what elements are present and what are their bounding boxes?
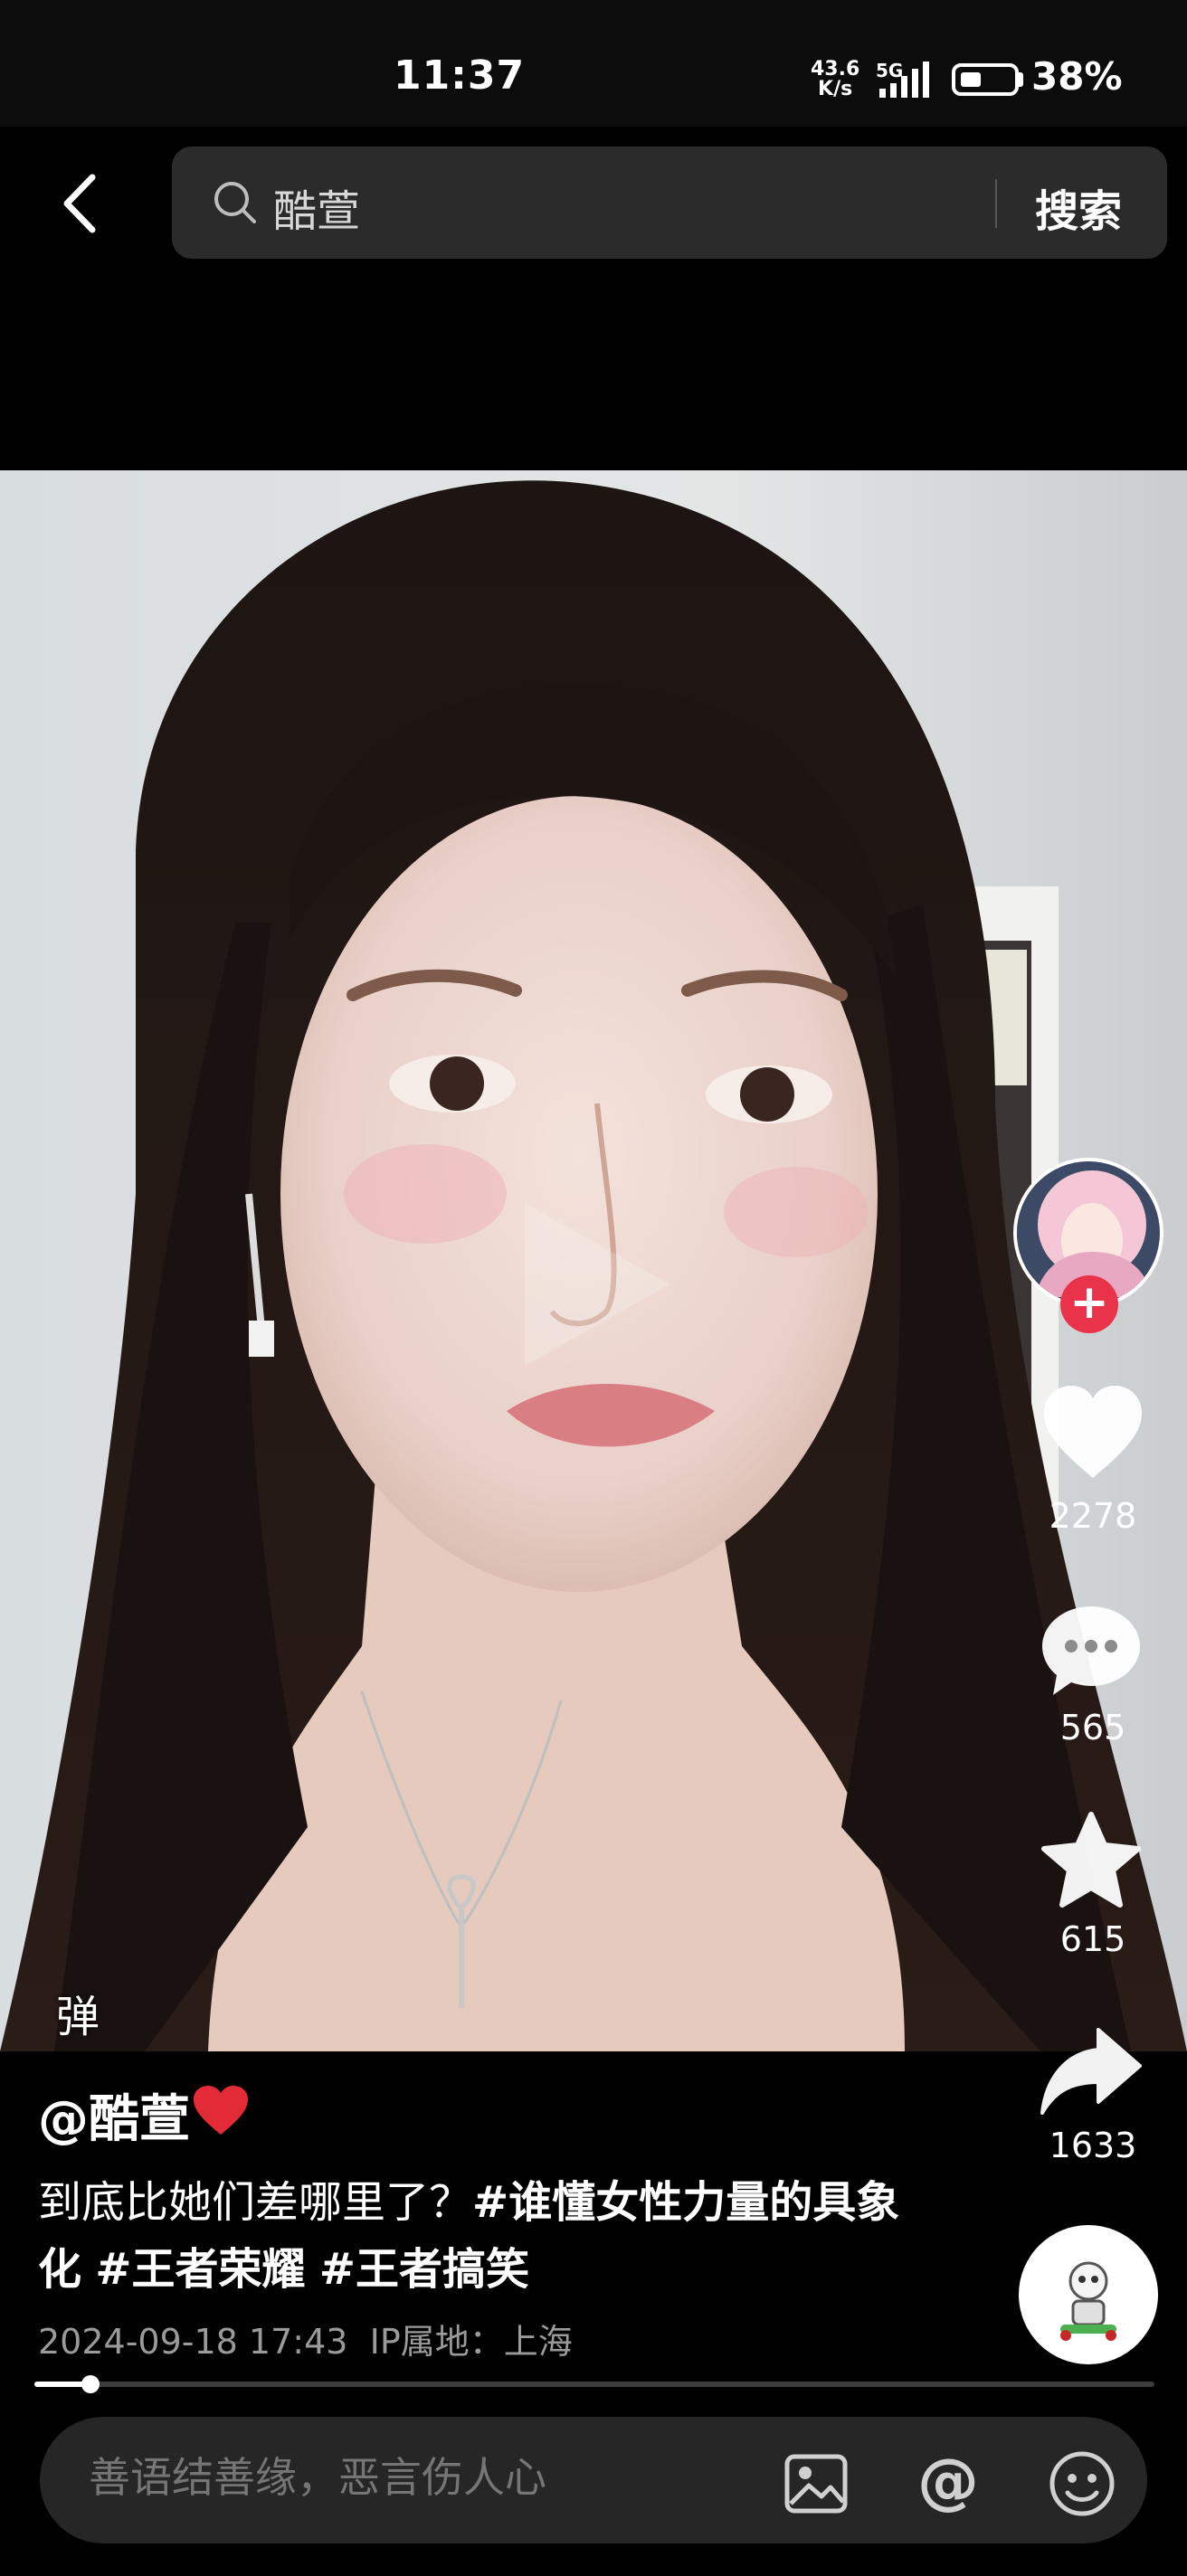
star-icon[interactable] bbox=[1039, 1811, 1144, 1912]
battery-level bbox=[961, 72, 981, 87]
network-speed-unit: K/s bbox=[818, 78, 853, 100]
red-heart-emoji-icon bbox=[194, 2086, 248, 2135]
follow-plus-icon[interactable]: + bbox=[1060, 1275, 1118, 1333]
hashtag[interactable]: #王者搞笑 bbox=[319, 2244, 529, 2295]
heart-icon[interactable] bbox=[1040, 1384, 1145, 1482]
ip-location: IP属地：上海 bbox=[369, 2322, 573, 2362]
image-icon[interactable] bbox=[783, 2451, 849, 2516]
comment-input[interactable] bbox=[89, 2453, 722, 2502]
progress-track[interactable] bbox=[34, 2382, 1154, 2387]
hashtag[interactable]: #王者荣耀 bbox=[95, 2244, 305, 2295]
danmaku-toggle[interactable]: 弹 bbox=[56, 1981, 100, 2044]
play-icon[interactable] bbox=[507, 1185, 688, 1384]
share-count: 1633 bbox=[1049, 2126, 1137, 2165]
share-icon[interactable] bbox=[1039, 2026, 1144, 2117]
favorite-count: 615 bbox=[1059, 1919, 1126, 1959]
search-button[interactable]: 搜索 bbox=[1035, 175, 1122, 239]
music-disc[interactable] bbox=[1019, 2225, 1158, 2364]
battery-tip bbox=[1019, 72, 1023, 87]
video-meta: 2024-09-18 17:43 IP属地：上海 bbox=[38, 2314, 573, 2363]
music-disc-icon bbox=[1060, 2261, 1116, 2341]
clock: 11:37 bbox=[394, 52, 526, 99]
emoji-icon[interactable] bbox=[1048, 2449, 1116, 2518]
signal-icon bbox=[879, 62, 929, 98]
caption-text: 到底比她们差哪里了？ bbox=[38, 2177, 473, 2228]
video-caption: 到底比她们差哪里了？#谁懂女性力量的具象化 #王者荣耀 #王者搞笑 bbox=[38, 2169, 925, 2303]
publish-date: 2024-09-18 17:43 bbox=[38, 2322, 348, 2362]
comment-icon[interactable] bbox=[1039, 1601, 1144, 1700]
network-speed-value: 43.6 bbox=[811, 58, 860, 80]
back-arrow-icon[interactable] bbox=[56, 172, 110, 235]
search-input[interactable]: 酷萱 bbox=[273, 175, 360, 239]
progress-knob[interactable] bbox=[81, 2375, 100, 2393]
author-name[interactable]: @酷萱 bbox=[38, 2079, 190, 2152]
search-icon bbox=[214, 182, 256, 223]
at-icon[interactable]: @ bbox=[917, 2446, 979, 2517]
network-speed: 43.6 K/s bbox=[811, 60, 859, 99]
like-count: 2278 bbox=[1049, 1496, 1137, 1536]
search-divider bbox=[995, 179, 997, 228]
battery-percent: 38% bbox=[1031, 54, 1123, 99]
comment-count: 565 bbox=[1059, 1708, 1126, 1747]
